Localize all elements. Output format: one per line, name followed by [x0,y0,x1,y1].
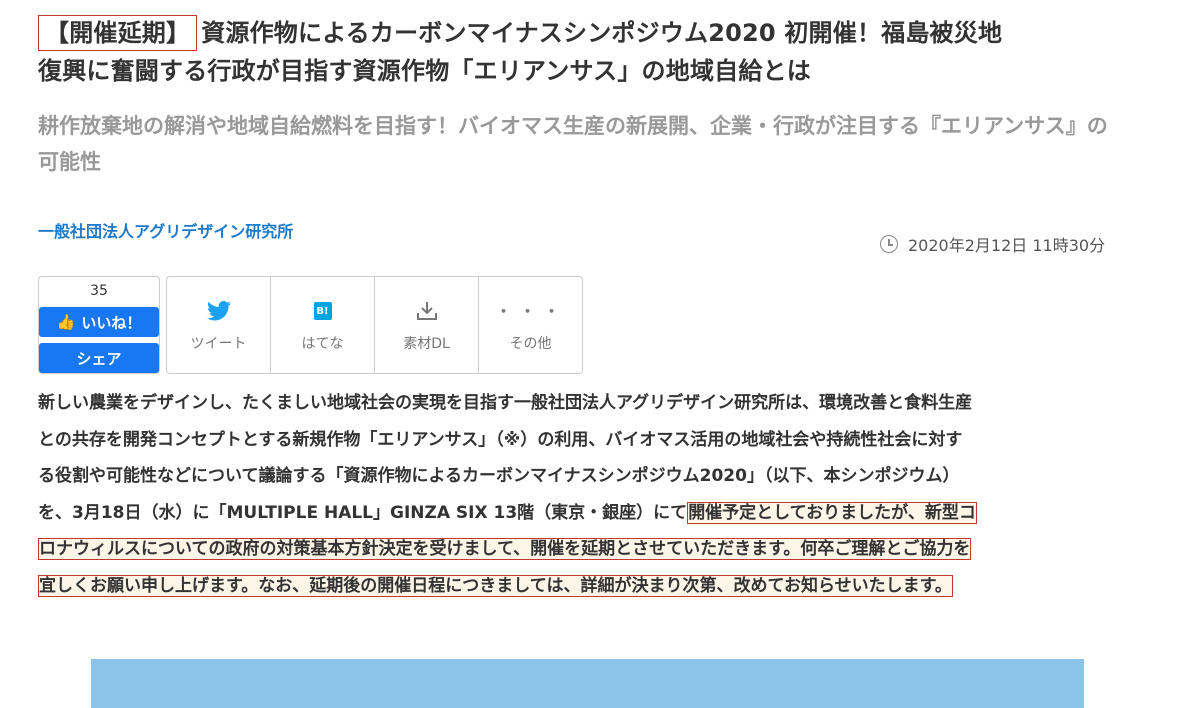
download-button[interactable]: 素材DL [375,277,479,373]
like-count: 35 [90,283,108,299]
like-button[interactable]: 👍 いいね！ [39,307,159,337]
body-line-5: ロナウィルスについての政府の対策基本方針決定を受けまして、開催を延期とさせていた… [38,531,1148,568]
download-icon [416,297,438,325]
body-line-2: との共存を開発コンセプトとする新規作物「エリアンサス」（※）の利用、バイオマス活… [38,429,963,450]
title-line-2: 復興に奮闘する行政が目指す資源作物「エリアンサス」の地域自給とは [38,57,811,85]
publish-date: 2020年2月12日 11時30分 [880,232,1105,256]
article-body: 新しい農業をデザインし、たくましい地域社会の実現を目指す一般社団法人アグリデザイ… [38,385,1148,604]
like-label: いいね！ [81,313,142,332]
download-label: 素材DL [403,336,450,352]
hatena-button[interactable]: B! はてな [271,277,375,373]
highlighted-postponement-middle: ロナウィルスについての政府の対策基本方針決定を受けまして、開催を延期とさせていた… [38,538,972,560]
facebook-widget: 35 👍 いいね！ シェア [38,276,160,374]
datetime-text: 2020年2月12日 11時30分 [908,236,1106,255]
hatena-label: はてな [301,336,344,352]
more-button[interactable]: ・・・ その他 [479,277,582,373]
more-label: その他 [509,336,552,352]
highlighted-postponement-start: 開催予定としておりましたが、新型コ [687,501,977,524]
body-line-3: る役割や可能性などについて議論する「資源作物によるカーボンマイナスシンポジウム2… [38,466,960,486]
clock-icon [880,235,898,253]
tweet-button[interactable]: ツイート [167,277,271,373]
body-line-6: 宜しくお願い申し上げます。なお、延期後の開催日程につきましては、詳細が決まり次第… [38,568,1148,605]
tweet-label: ツイート [190,336,247,352]
body-line-1: 新しい農業をデザインし、たくましい地域社会の実現を目指す一般社団法人アグリデザイ… [38,393,973,413]
page-title: 【開催延期】 資源作物によるカーボンマイナスシンポジウム2020 初開催！福島被災… [38,14,1148,90]
title-line-1: 資源作物によるカーボンマイナスシンポジウム2020 初開催！福島被災地 [201,19,1003,47]
body-line-4: を、3月18日（水）に「MULTIPLE HALL」GINZA SIX 13階（… [38,495,1148,532]
article-main-image [91,659,1084,708]
highlighted-postponement-end: 宜しくお願い申し上げます。なお、延期後の開催日程につきましては、詳細が決まり次第… [38,574,953,597]
article: 【開催延期】 資源作物によるカーボンマイナスシンポジウム2020 初開催！福島被災… [38,14,1148,597]
ellipsis-icon: ・・・ [494,302,567,323]
postponed-tag: 【開催延期】 [38,15,198,51]
facebook-share-button[interactable]: シェア [39,343,159,373]
share-bar: 35 👍 いいね！ シェア ツイート B! はてな 素材DL ・・・ その他 [38,276,583,376]
hatena-bookmark-icon: B! [313,297,332,325]
twitter-bird-icon [206,297,231,325]
body-line-4-start: を、3月18日（水）に「MULTIPLE HALL」GINZA SIX 13階（… [38,502,688,523]
thumbs-up-icon: 👍 [56,313,76,331]
subtitle: 耕作放棄地の解消や地域自給燃料を目指す！バイオマス生産の新展開、企業・行政が注目… [38,114,1108,174]
share-buttons: ツイート B! はてな 素材DL ・・・ その他 [166,276,583,374]
company-link[interactable]: 一般社団法人アグリデザイン研究所 [38,218,293,242]
